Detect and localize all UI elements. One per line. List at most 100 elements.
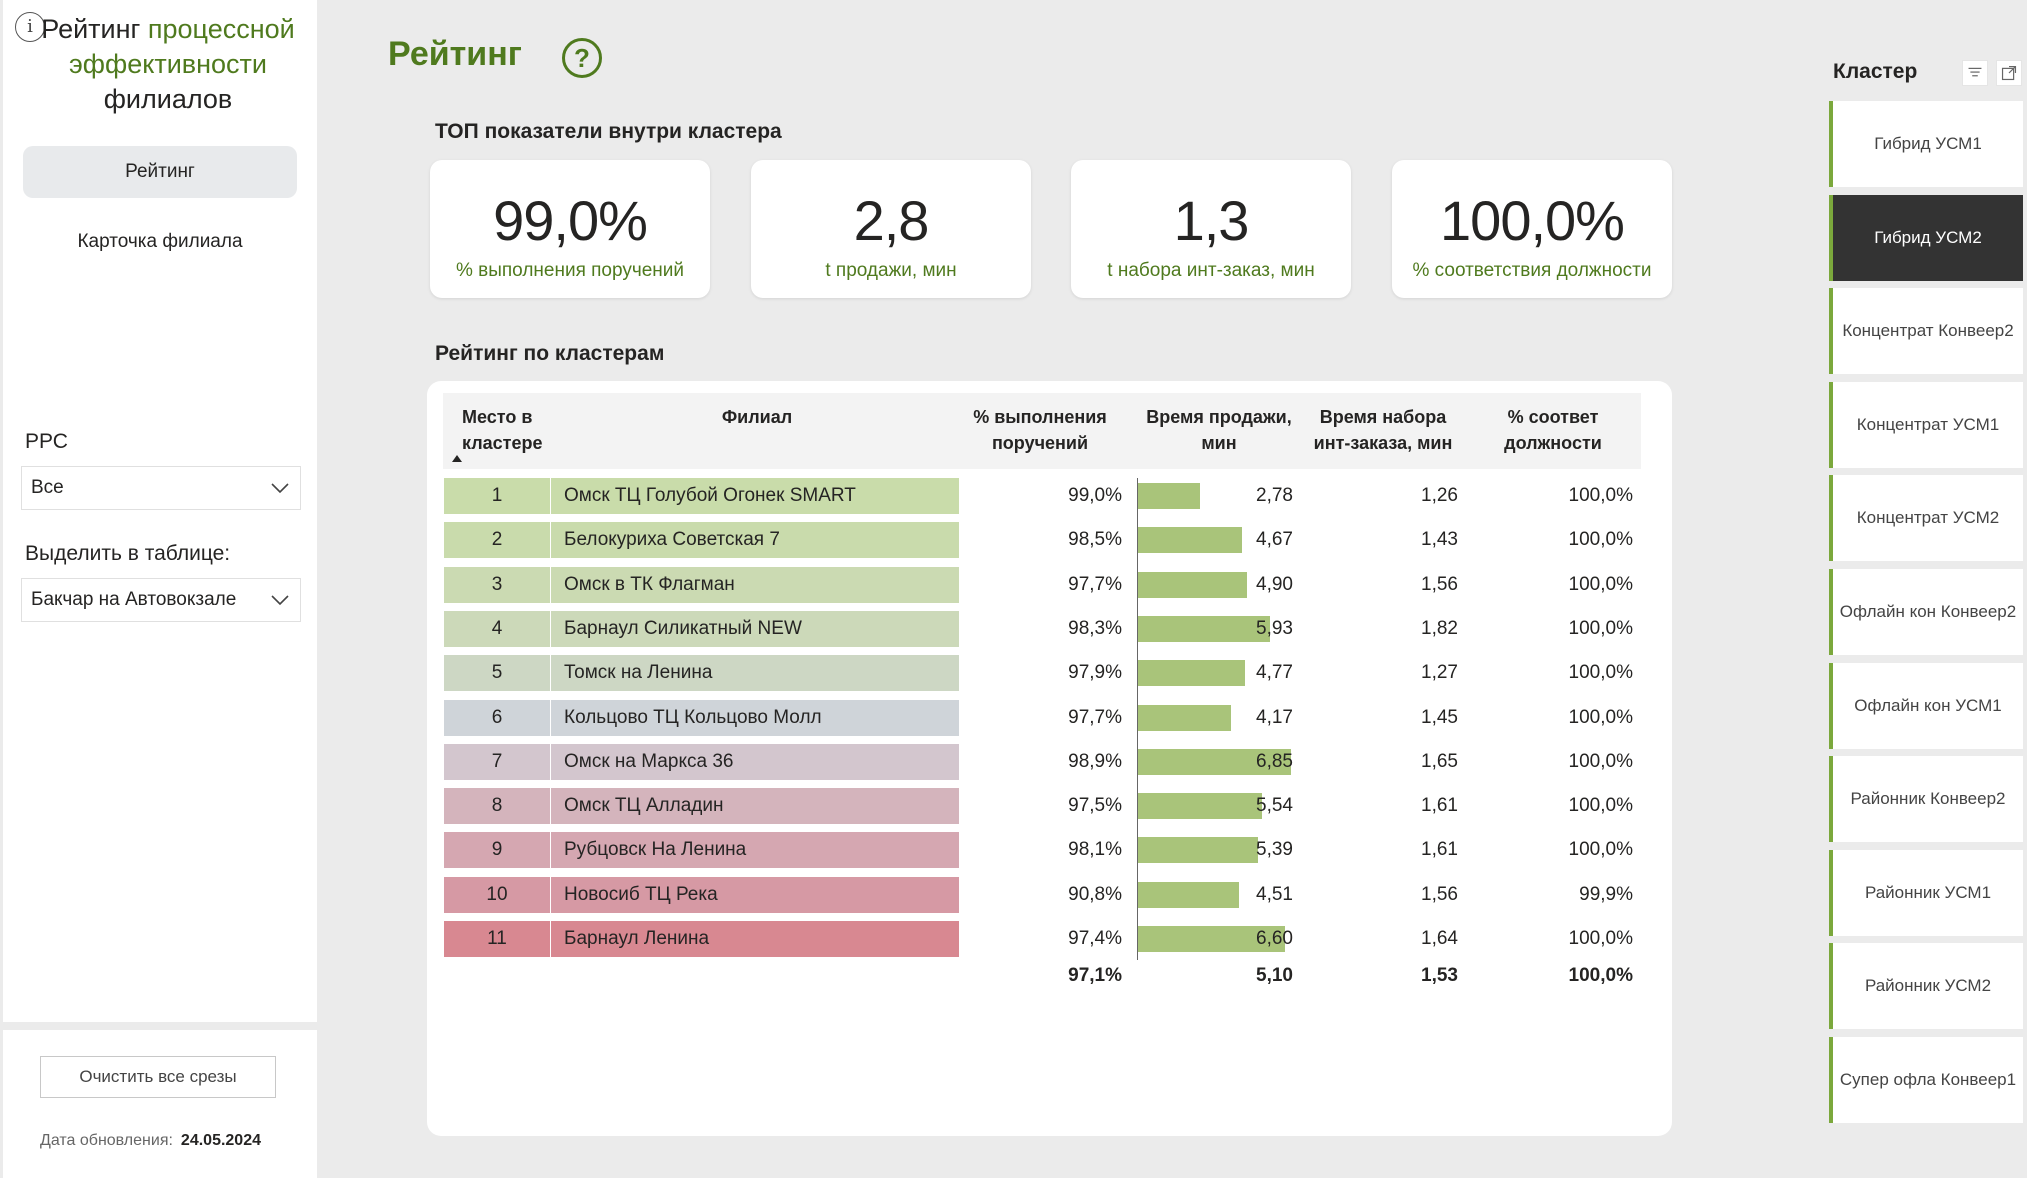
page-title: Рейтинг [388, 35, 522, 73]
cluster-option[interactable]: Гибрид УСМ1 [1829, 101, 2023, 187]
kpi-value: 100,0% [1440, 189, 1625, 252]
branch-name-cell: Кольцово ТЦ Кольцово Молл [551, 699, 959, 736]
col-header-rank-line1: Место в [462, 407, 533, 427]
kpi-label: % соответствия должности [1412, 260, 1652, 281]
kpi-label: % выполнения поручений [455, 260, 685, 281]
rank-cell: 8 [444, 788, 550, 825]
rank-cell: 1 [444, 478, 550, 514]
cluster-option[interactable]: Районник УСМ2 [1829, 943, 2023, 1030]
pick-time-cell: 1,61 [1421, 839, 1458, 861]
sale-time-cell: 6,60 [1256, 928, 1293, 949]
clear-all-slicers-button[interactable]: Очистить все срезы [40, 1056, 276, 1098]
position-match-cell: 100,0% [1568, 795, 1633, 817]
col-header-pick-time-line2: инт-заказа, мин [1313, 433, 1453, 453]
cluster-option[interactable]: Районник УСМ1 [1829, 849, 2023, 936]
focus-mode-icon[interactable] [1996, 60, 2022, 86]
rank-cell: 3 [444, 566, 550, 603]
completion-cell: 98,3% [1068, 617, 1122, 639]
rank-cell: 6 [444, 699, 550, 736]
branch-name-cell: Омск в ТК Флагман [551, 566, 959, 603]
highlight-filter-label: Выделить в таблице: [25, 542, 231, 565]
rank-cell: 10 [444, 876, 550, 913]
sale-time-bar [1138, 483, 1201, 509]
kpi-label: t набора инт-заказ, мин [1107, 260, 1315, 281]
col-header-completion-line2: поручений [991, 433, 1089, 453]
completion-cell: 97,9% [1068, 662, 1122, 684]
branch-name-cell: Томск на Ленина [551, 655, 959, 692]
nav-branch-card-button[interactable]: Карточка филиала [23, 216, 297, 268]
branch-name-cell: Рубцовск На Ленина [551, 832, 959, 869]
cluster-option[interactable]: Супер офла Конвеер1 [1829, 1037, 2023, 1123]
col-header-branch[interactable]: Филиал [651, 404, 863, 430]
kpi-value: 2,8 [853, 189, 930, 252]
branch-name-cell: Омск ТЦ Голубой Огонек SMART [551, 478, 959, 514]
kpi-value: 1,3 [1173, 189, 1250, 252]
sidebar-bottom-panel [3, 1030, 317, 1178]
table-section-title: Рейтинг по кластерам [435, 342, 665, 365]
branch-name-cell: Новосиб ТЦ Река [551, 876, 959, 913]
sale-time-cell: 5,39 [1256, 839, 1293, 861]
position-match-cell: 100,0% [1568, 750, 1633, 772]
col-header-position-match[interactable]: % соответ должности [1478, 404, 1628, 456]
completion-cell: 97,5% [1068, 795, 1122, 817]
kpi-card-pick-time: 1,3 t набора инт-заказ, мин [1071, 160, 1351, 298]
pick-time-cell: 1,56 [1421, 883, 1458, 905]
cluster-option[interactable]: Районник Конвеер2 [1829, 756, 2023, 843]
col-header-completion[interactable]: % выполнения поручений [965, 404, 1115, 456]
col-header-sale-time-line1: Время продажи, [1146, 407, 1292, 427]
rank-cell: 4 [444, 610, 550, 647]
sale-time-cell: 4,90 [1256, 573, 1293, 595]
cluster-option[interactable]: Гибрид УСМ2 [1829, 194, 2023, 281]
pick-time-cell: 1,82 [1421, 617, 1458, 639]
pick-time-cell: 1,43 [1421, 529, 1458, 551]
highlight-dropdown[interactable]: Бакчар на Автовокзале [21, 578, 301, 622]
sale-time-cell: 5,54 [1256, 795, 1293, 817]
position-match-cell: 100,0% [1568, 573, 1633, 595]
sale-time-cell: 5,93 [1256, 617, 1293, 639]
rank-cell: 5 [444, 655, 550, 692]
completion-cell: 90,8% [1068, 883, 1122, 905]
position-match-cell: 100,0% [1568, 662, 1633, 684]
branch-name-cell: Барнаул Ленина [551, 921, 959, 957]
pick-time-cell: 1,65 [1421, 750, 1458, 772]
rrs-dropdown-value: Все [31, 477, 64, 498]
kpi-section-title: ТОП показатели внутри кластера [435, 120, 782, 143]
rank-cell: 11 [444, 921, 550, 957]
position-match-cell: 100,0% [1568, 928, 1633, 949]
position-match-cell: 100,0% [1568, 706, 1633, 728]
rrs-filter-label: РРС [25, 430, 68, 453]
pick-time-cell: 1,26 [1421, 485, 1458, 506]
rank-cell: 7 [444, 743, 550, 780]
nav-rating-button[interactable]: Рейтинг [23, 146, 297, 198]
position-match-cell: 99,9% [1579, 883, 1633, 905]
filter-icon[interactable] [1962, 60, 1988, 86]
app-title-part1: Рейтинг [41, 14, 148, 44]
col-header-pick-time[interactable]: Время набора инт-заказа, мин [1303, 404, 1463, 456]
kpi-card-position-match: 100,0% % соответствия должности [1392, 160, 1672, 298]
sale-time-cell: 4,67 [1256, 529, 1293, 551]
branch-name-cell: Омск на Маркса 36 [551, 743, 959, 780]
cluster-option[interactable]: Концентрат УСМ2 [1829, 475, 2023, 562]
col-header-completion-line1: % выполнения [973, 407, 1107, 427]
pick-time-cell: 1,27 [1421, 662, 1458, 684]
rank-cell: 9 [444, 832, 550, 869]
col-header-sale-time[interactable]: Время продажи, мин [1134, 404, 1304, 456]
cluster-option[interactable]: Концентрат УСМ1 [1829, 381, 2023, 468]
cluster-option[interactable]: Концентрат Конвеер2 [1829, 288, 2023, 375]
update-date-value: 24.05.2024 [180, 1132, 261, 1149]
kpi-card-sale-time: 2,8 t продажи, мин [751, 160, 1031, 298]
col-header-pick-time-line1: Время набора [1319, 407, 1447, 427]
question-circle-icon[interactable]: ? [562, 38, 602, 78]
col-header-position-line1: % соответ [1507, 407, 1599, 427]
col-header-rank[interactable]: Место в кластере [462, 404, 562, 456]
rrs-dropdown[interactable]: Все [21, 466, 301, 510]
cluster-option[interactable]: Офлайн кон Конвеер2 [1829, 569, 2023, 655]
total-pick-time: 1,53 [1421, 965, 1458, 986]
col-header-sale-time-line2: мин [1201, 433, 1237, 453]
completion-cell: 98,5% [1068, 529, 1122, 551]
total-completion: 97,1% [1068, 965, 1122, 986]
cluster-option[interactable]: Офлайн кон УСМ1 [1829, 662, 2023, 749]
chevron-down-icon [271, 595, 289, 606]
completion-cell: 98,1% [1068, 839, 1122, 861]
app-title-part3: филиалов [103, 84, 233, 114]
